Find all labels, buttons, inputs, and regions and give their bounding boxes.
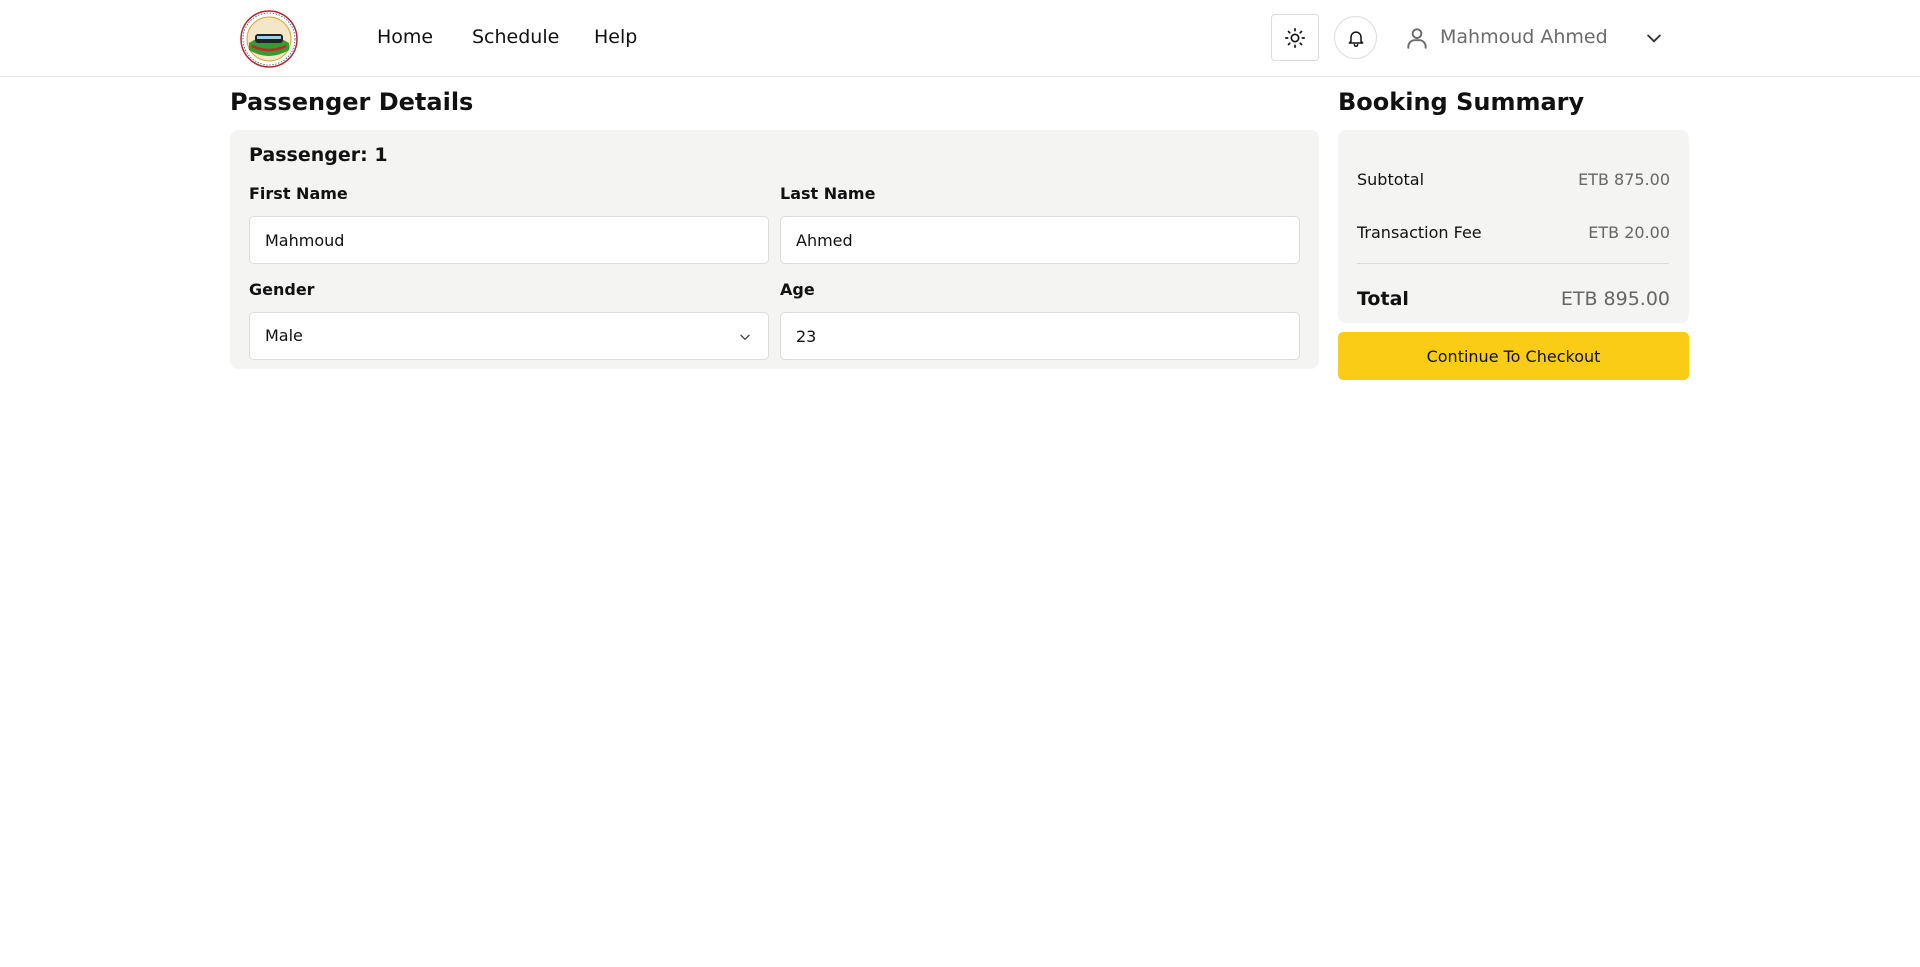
nav-help-link[interactable]: Help [594, 26, 637, 48]
transaction-fee-value: ETB 20.00 [1588, 223, 1670, 242]
passenger-card: Passenger: 1 First Name Last Name Gender… [230, 130, 1319, 369]
passenger-details-title: Passenger Details [230, 88, 474, 116]
booking-summary-title: Booking Summary [1338, 88, 1585, 116]
total-label: Total [1357, 288, 1409, 310]
age-label: Age [780, 280, 815, 299]
gender-selected-value: Male [265, 326, 303, 345]
notifications-button[interactable] [1334, 16, 1377, 59]
user-menu[interactable]: Mahmoud Ahmed [1398, 12, 1670, 64]
nav-home-link[interactable]: Home [377, 26, 433, 48]
summary-divider [1357, 263, 1669, 264]
top-navbar: Home Schedule Help Mahmoud Ahmed [0, 0, 1920, 77]
gender-select[interactable]: Male [249, 312, 769, 360]
user-name: Mahmoud Ahmed [1440, 26, 1608, 48]
last-name-field[interactable] [780, 216, 1300, 264]
railway-logo[interactable] [240, 10, 298, 68]
gender-label: Gender [249, 280, 315, 299]
continue-to-checkout-button[interactable]: Continue To Checkout [1338, 332, 1689, 380]
passenger-heading: Passenger: 1 [249, 144, 388, 166]
total-value: ETB 895.00 [1560, 288, 1670, 310]
user-icon [1407, 28, 1427, 49]
booking-summary-card: Subtotal ETB 875.00 Transaction Fee ETB … [1338, 130, 1689, 323]
age-field[interactable] [780, 312, 1300, 360]
chevron-down-icon[interactable] [1644, 28, 1664, 48]
chevron-down-icon [740, 334, 750, 340]
sun-icon [1285, 27, 1305, 48]
nav-schedule-link[interactable]: Schedule [472, 26, 559, 48]
first-name-label: First Name [249, 184, 348, 203]
first-name-field[interactable] [249, 216, 769, 264]
bell-icon [1348, 30, 1363, 47]
last-name-label: Last Name [780, 184, 876, 203]
subtotal-value: ETB 875.00 [1578, 170, 1670, 189]
theme-toggle-button[interactable] [1271, 14, 1319, 61]
transaction-fee-label: Transaction Fee [1357, 223, 1482, 242]
subtotal-label: Subtotal [1357, 170, 1425, 189]
